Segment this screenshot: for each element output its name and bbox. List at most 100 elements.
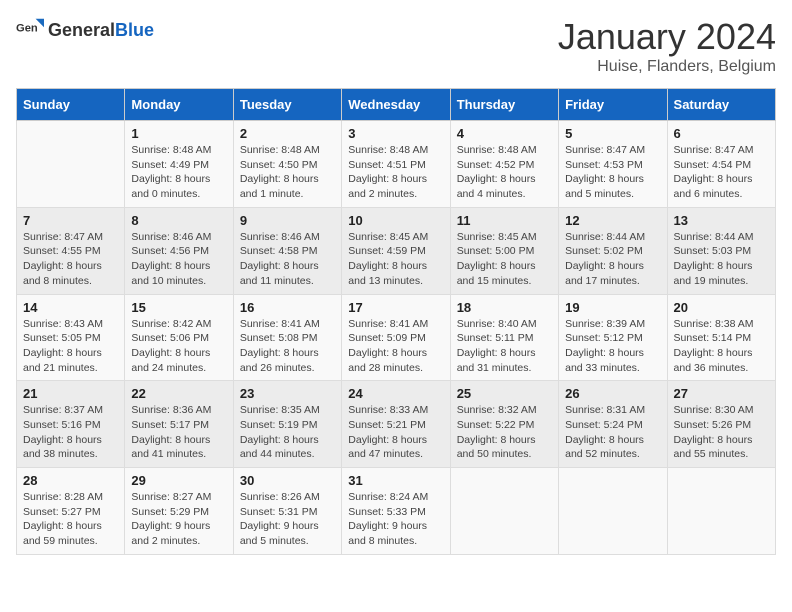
day-number: 27 — [674, 386, 769, 401]
day-number: 11 — [457, 213, 552, 228]
day-number: 25 — [457, 386, 552, 401]
day-number: 15 — [131, 300, 226, 315]
day-number: 29 — [131, 473, 226, 488]
day-info: Sunrise: 8:32 AM Sunset: 5:22 PM Dayligh… — [457, 403, 552, 462]
day-number: 8 — [131, 213, 226, 228]
day-info: Sunrise: 8:45 AM Sunset: 4:59 PM Dayligh… — [348, 230, 443, 289]
calendar-cell: 22 Sunrise: 8:36 AM Sunset: 5:17 PM Dayli… — [125, 381, 233, 468]
calendar-week-row: 1Sunrise: 8:48 AM Sunset: 4:49 PM Daylig… — [17, 121, 776, 208]
day-info: Sunrise: 8:43 AM Sunset: 5:05 PM Dayligh… — [23, 317, 118, 376]
column-header-monday: Monday — [125, 89, 233, 121]
day-info: Sunrise: 8:44 AM Sunset: 5:03 PM Dayligh… — [674, 230, 769, 289]
calendar-cell: 17Sunrise: 8:41 AM Sunset: 5:09 PM Dayli… — [342, 294, 450, 381]
day-info: Sunrise: 8:41 AM Sunset: 5:09 PM Dayligh… — [348, 317, 443, 376]
calendar-cell — [559, 468, 667, 555]
calendar-cell: 7 Sunrise: 8:47 AM Sunset: 4:55 PM Daylig… — [17, 207, 125, 294]
calendar-cell: 29 Sunrise: 8:27 AM Sunset: 5:29 PM Dayli… — [125, 468, 233, 555]
day-info: Sunrise: 8:41 AM Sunset: 5:08 PM Dayligh… — [240, 317, 335, 376]
day-info: Sunrise: 8:36 AM Sunset: 5:17 PM Dayligh… — [131, 403, 226, 462]
day-number: 6 — [674, 126, 769, 141]
location-title: Huise, Flanders, Belgium — [558, 58, 776, 76]
logo-blue-text: Blue — [115, 20, 154, 40]
logo-icon: Gen — [16, 16, 44, 44]
logo: Gen GeneralBlue — [16, 16, 154, 44]
day-number: 5 — [565, 126, 660, 141]
calendar-cell: 25 Sunrise: 8:32 AM Sunset: 5:22 PM Dayli… — [450, 381, 558, 468]
calendar-header-row: SundayMondayTuesdayWednesdayThursdayFrid… — [17, 89, 776, 121]
day-info: Sunrise: 8:47 AM Sunset: 4:53 PM Dayligh… — [565, 143, 660, 202]
day-number: 7 — [23, 213, 118, 228]
day-number: 26 — [565, 386, 660, 401]
calendar-week-row: 7 Sunrise: 8:47 AM Sunset: 4:55 PM Daylig… — [17, 207, 776, 294]
calendar-cell: 10Sunrise: 8:45 AM Sunset: 4:59 PM Dayli… — [342, 207, 450, 294]
day-info: Sunrise: 8:42 AM Sunset: 5:06 PM Dayligh… — [131, 317, 226, 376]
calendar-cell: 28 Sunrise: 8:28 AM Sunset: 5:27 PM Dayli… — [17, 468, 125, 555]
month-title: January 2024 — [558, 16, 776, 58]
column-header-tuesday: Tuesday — [233, 89, 341, 121]
day-number: 16 — [240, 300, 335, 315]
calendar-cell — [667, 468, 775, 555]
calendar-cell: 15 Sunrise: 8:42 AM Sunset: 5:06 PM Dayli… — [125, 294, 233, 381]
day-info: Sunrise: 8:48 AM Sunset: 4:51 PM Dayligh… — [348, 143, 443, 202]
calendar-cell: 3 Sunrise: 8:48 AM Sunset: 4:51 PM Daylig… — [342, 121, 450, 208]
day-info: Sunrise: 8:44 AM Sunset: 5:02 PM Dayligh… — [565, 230, 660, 289]
day-info: Sunrise: 8:33 AM Sunset: 5:21 PM Dayligh… — [348, 403, 443, 462]
day-number: 13 — [674, 213, 769, 228]
calendar-cell: 14 Sunrise: 8:43 AM Sunset: 5:05 PM Dayli… — [17, 294, 125, 381]
column-header-sunday: Sunday — [17, 89, 125, 121]
day-info: Sunrise: 8:48 AM Sunset: 4:50 PM Dayligh… — [240, 143, 335, 202]
calendar-cell: 4 Sunrise: 8:48 AM Sunset: 4:52 PM Daylig… — [450, 121, 558, 208]
day-info: Sunrise: 8:46 AM Sunset: 4:58 PM Dayligh… — [240, 230, 335, 289]
day-info: Sunrise: 8:30 AM Sunset: 5:26 PM Dayligh… — [674, 403, 769, 462]
day-number: 22 — [131, 386, 226, 401]
calendar-week-row: 21Sunrise: 8:37 AM Sunset: 5:16 PM Dayli… — [17, 381, 776, 468]
column-header-saturday: Saturday — [667, 89, 775, 121]
calendar-week-row: 14 Sunrise: 8:43 AM Sunset: 5:05 PM Dayli… — [17, 294, 776, 381]
column-header-thursday: Thursday — [450, 89, 558, 121]
day-info: Sunrise: 8:35 AM Sunset: 5:19 PM Dayligh… — [240, 403, 335, 462]
day-info: Sunrise: 8:40 AM Sunset: 5:11 PM Dayligh… — [457, 317, 552, 376]
day-number: 1 — [131, 126, 226, 141]
calendar-cell: 30 Sunrise: 8:26 AM Sunset: 5:31 PM Dayli… — [233, 468, 341, 555]
day-number: 12 — [565, 213, 660, 228]
logo-general-text: General — [48, 20, 115, 40]
calendar-cell: 20Sunrise: 8:38 AM Sunset: 5:14 PM Dayli… — [667, 294, 775, 381]
column-header-friday: Friday — [559, 89, 667, 121]
day-info: Sunrise: 8:47 AM Sunset: 4:54 PM Dayligh… — [674, 143, 769, 202]
calendar-cell: 13 Sunrise: 8:44 AM Sunset: 5:03 PM Dayli… — [667, 207, 775, 294]
day-number: 20 — [674, 300, 769, 315]
calendar-cell — [450, 468, 558, 555]
calendar-cell: 1Sunrise: 8:48 AM Sunset: 4:49 PM Daylig… — [125, 121, 233, 208]
day-number: 4 — [457, 126, 552, 141]
day-number: 14 — [23, 300, 118, 315]
day-number: 9 — [240, 213, 335, 228]
page-header: Gen GeneralBlue January 2024 Huise, Flan… — [16, 16, 776, 76]
day-number: 2 — [240, 126, 335, 141]
calendar-week-row: 28 Sunrise: 8:28 AM Sunset: 5:27 PM Dayli… — [17, 468, 776, 555]
day-info: Sunrise: 8:24 AM Sunset: 5:33 PM Dayligh… — [348, 490, 443, 549]
day-info: Sunrise: 8:31 AM Sunset: 5:24 PM Dayligh… — [565, 403, 660, 462]
day-info: Sunrise: 8:26 AM Sunset: 5:31 PM Dayligh… — [240, 490, 335, 549]
day-number: 19 — [565, 300, 660, 315]
day-info: Sunrise: 8:46 AM Sunset: 4:56 PM Dayligh… — [131, 230, 226, 289]
day-info: Sunrise: 8:27 AM Sunset: 5:29 PM Dayligh… — [131, 490, 226, 549]
calendar-cell: 31Sunrise: 8:24 AM Sunset: 5:33 PM Dayli… — [342, 468, 450, 555]
calendar-cell: 5 Sunrise: 8:47 AM Sunset: 4:53 PM Daylig… — [559, 121, 667, 208]
day-info: Sunrise: 8:47 AM Sunset: 4:55 PM Dayligh… — [23, 230, 118, 289]
day-number: 30 — [240, 473, 335, 488]
day-info: Sunrise: 8:48 AM Sunset: 4:52 PM Dayligh… — [457, 143, 552, 202]
day-number: 28 — [23, 473, 118, 488]
day-info: Sunrise: 8:28 AM Sunset: 5:27 PM Dayligh… — [23, 490, 118, 549]
calendar-cell: 19Sunrise: 8:39 AM Sunset: 5:12 PM Dayli… — [559, 294, 667, 381]
day-info: Sunrise: 8:37 AM Sunset: 5:16 PM Dayligh… — [23, 403, 118, 462]
day-number: 3 — [348, 126, 443, 141]
calendar-cell: 2 Sunrise: 8:48 AM Sunset: 4:50 PM Daylig… — [233, 121, 341, 208]
calendar-table: SundayMondayTuesdayWednesdayThursdayFrid… — [16, 88, 776, 555]
calendar-cell: 24 Sunrise: 8:33 AM Sunset: 5:21 PM Dayli… — [342, 381, 450, 468]
day-number: 23 — [240, 386, 335, 401]
day-number: 24 — [348, 386, 443, 401]
svg-text:Gen: Gen — [16, 22, 38, 34]
calendar-cell: 27 Sunrise: 8:30 AM Sunset: 5:26 PM Dayli… — [667, 381, 775, 468]
calendar-cell: 26 Sunrise: 8:31 AM Sunset: 5:24 PM Dayli… — [559, 381, 667, 468]
title-block: January 2024 Huise, Flanders, Belgium — [558, 16, 776, 76]
